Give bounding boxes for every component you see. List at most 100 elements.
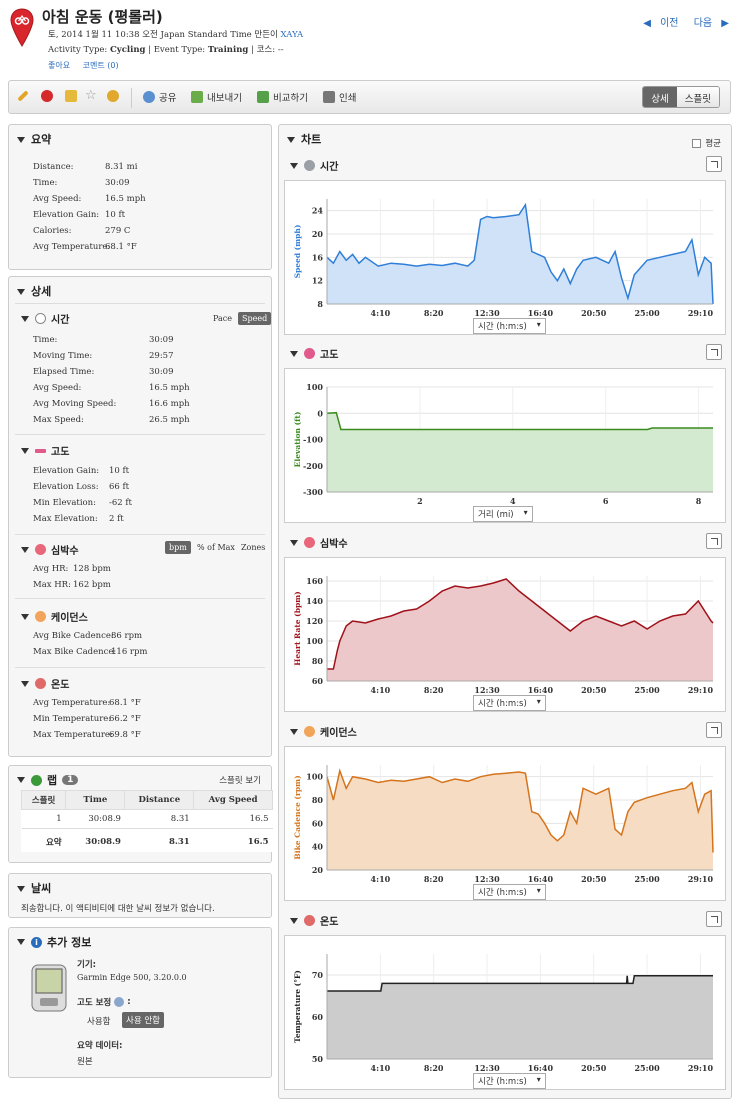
like-link[interactable]: 좋아요 (48, 61, 70, 70)
details-panel: 상세 시간 Pace Speed Time: 30:09 Moving Time: 2… (8, 276, 272, 757)
x-tick-label: 20:50 (581, 874, 607, 884)
x-axis-selector[interactable]: 시간 (h:m:s) (473, 318, 546, 334)
share-button[interactable]: 공유 (143, 90, 176, 104)
time-section-header[interactable]: 시간 (21, 311, 69, 326)
activity-owner-link[interactable]: XAYA (281, 30, 304, 40)
zones-toggle[interactable]: Zones (237, 541, 269, 554)
y-tick-label: 80 (312, 656, 324, 666)
expand-chart-button[interactable] (706, 722, 722, 738)
heart-section-title: 심박수 (51, 546, 79, 557)
stat-label: Min Elevation: (33, 498, 97, 508)
export-button[interactable]: 내보내기 (191, 90, 242, 104)
summary-title: 요약 (31, 133, 52, 146)
chart-frame: 50 60 70 4:10 8:20 12:30 16:40 20:50 25:00 29:10 T… (284, 935, 726, 1090)
chart-block: 심박수 60 80 100 120 140 160 4:10 8:20 12:30 16:40 20:… (284, 533, 726, 715)
compare-label: 비교하기 (273, 93, 308, 104)
elev-correction-on[interactable]: 사용함 (87, 1015, 110, 1027)
laps-header[interactable]: 랩1 (17, 772, 79, 788)
chart-header[interactable]: 고도 (290, 346, 338, 361)
view-detail-button[interactable]: 상세 (643, 87, 677, 107)
chart-svg: 8 12 16 20 24 4:10 8:20 12:30 16:40 20:50 25:00 29:… (293, 199, 714, 318)
star-icon: ☆ (85, 88, 97, 103)
chart-svg: 60 80 100 120 140 160 4:10 8:20 12:30 16:40 20:50 2… (293, 576, 714, 695)
laps-column-header[interactable]: Time (65, 790, 126, 810)
extra-info-header[interactable]: i 추가 정보 (17, 934, 91, 950)
expand-chart-button[interactable] (706, 156, 722, 172)
laps-count-badge: 1 (62, 775, 79, 785)
stat-value: 10 ft (109, 466, 130, 476)
cadence-section-header[interactable]: 케이던스 (21, 609, 88, 624)
summary-header[interactable]: 요약 (17, 131, 51, 147)
delete-icon (41, 90, 53, 102)
x-axis-selector[interactable]: 시간 (h:m:s) (473, 884, 546, 900)
speed-toggle[interactable]: Speed (238, 312, 272, 325)
chart-block: 케이던스 20 40 60 80 100 4:10 8:20 12:30 16:40 20:50 25… (284, 722, 726, 904)
badge-button[interactable] (107, 90, 123, 102)
x-tick-label: 16:40 (528, 1063, 554, 1073)
pct-max-toggle[interactable]: % of Max (193, 541, 239, 554)
series-area (327, 412, 713, 492)
edit-button[interactable] (17, 90, 29, 102)
average-checkbox[interactable] (692, 139, 702, 148)
x-axis-selector[interactable]: 거리 (mi) (473, 506, 533, 522)
x-tick-label: 20:50 (581, 1063, 607, 1073)
laps-column-header[interactable]: Avg Speed (193, 790, 273, 810)
temperature-section-title: 온도 (51, 680, 70, 691)
compare-button[interactable]: 비교하기 (257, 90, 308, 104)
laps-icon (31, 774, 42, 786)
expand-chart-button[interactable] (706, 911, 722, 927)
extra-info-title: 추가 정보 (47, 936, 92, 949)
prev-button[interactable]: ◀ 이전 (637, 18, 678, 29)
view-splits-button[interactable]: 스플릿 (676, 87, 719, 107)
weather-header[interactable]: 날씨 (17, 880, 51, 896)
chart-svg: 20 40 60 80 100 4:10 8:20 12:30 16:40 20:50 25:00 2… (293, 765, 714, 884)
table-row[interactable]: 1 30:08.9 8.31 16.5 (21, 809, 273, 829)
elevation-section-header[interactable]: 고도 (21, 443, 69, 458)
chart-header[interactable]: 케이던스 (290, 724, 357, 739)
privacy-button[interactable] (65, 90, 81, 102)
divider (15, 434, 265, 435)
table-total-row: 요약 30:08.9 8.31 16.5 (22, 829, 273, 853)
y-tick-label: 8 (317, 299, 323, 309)
summary-data-value: 원본 (77, 1057, 93, 1067)
chart-header[interactable]: 온도 (290, 913, 338, 928)
charts-header[interactable]: 차트 (287, 131, 321, 147)
expand-chart-button[interactable] (706, 344, 722, 360)
device-value: Garmin Edge 500, 3.20.0.0 (77, 973, 187, 982)
stat-value: 279 C (105, 226, 131, 236)
next-button[interactable]: 다음 ▶ (688, 18, 729, 29)
laps-column-header[interactable]: 스플릿 (20, 790, 67, 810)
favorite-button[interactable]: ☆ (85, 88, 101, 103)
laps-table-body: 1 30:08.9 8.31 16.5 요약 30:08.9 8.31 16.5 (21, 809, 273, 853)
bpm-toggle[interactable]: bpm (165, 541, 191, 554)
average-toggle[interactable]: 평균 (692, 137, 721, 149)
help-icon[interactable] (114, 997, 125, 1007)
print-button[interactable]: 인쇄 (323, 90, 356, 104)
x-tick-label: 8 (696, 496, 702, 506)
heart-section-header[interactable]: 심박수 (21, 542, 79, 557)
laps-column-header[interactable]: Distance (124, 790, 195, 810)
temperature-section-header[interactable]: 온도 (21, 676, 69, 691)
delete-button[interactable] (41, 90, 57, 102)
pace-toggle[interactable]: Pace (209, 312, 236, 325)
y-tick-label: 70 (312, 970, 324, 980)
stat-value: 86 rpm (111, 631, 143, 641)
lock-icon (65, 90, 77, 102)
table-cell: 요약 (45, 838, 62, 848)
x-axis-selector[interactable]: 시간 (h:m:s) (473, 695, 546, 711)
splits-view-link[interactable]: 스플릿 보기 (219, 774, 261, 786)
series-area (327, 770, 713, 870)
collapse-icon (287, 137, 295, 143)
comment-link[interactable]: 코멘트 (0) (83, 61, 119, 70)
expand-chart-button[interactable] (706, 533, 722, 549)
y-tick-label: 16 (312, 252, 324, 262)
x-axis-selector[interactable]: 시간 (h:m:s) (473, 1073, 546, 1089)
chart-title: 케이던스 (320, 728, 357, 739)
details-header[interactable]: 상세 (17, 283, 51, 299)
series-area (327, 204, 713, 304)
chart-header[interactable]: 심박수 (290, 535, 348, 550)
chart-header[interactable]: 시간 (290, 158, 338, 173)
device-label: 기기: (77, 960, 97, 970)
elev-correction-off[interactable]: 사용 안함 (122, 1012, 164, 1028)
summary-panel: 요약 Distance: 8.31 mi Time: 30:09 Avg Speed: 1… (8, 124, 272, 270)
